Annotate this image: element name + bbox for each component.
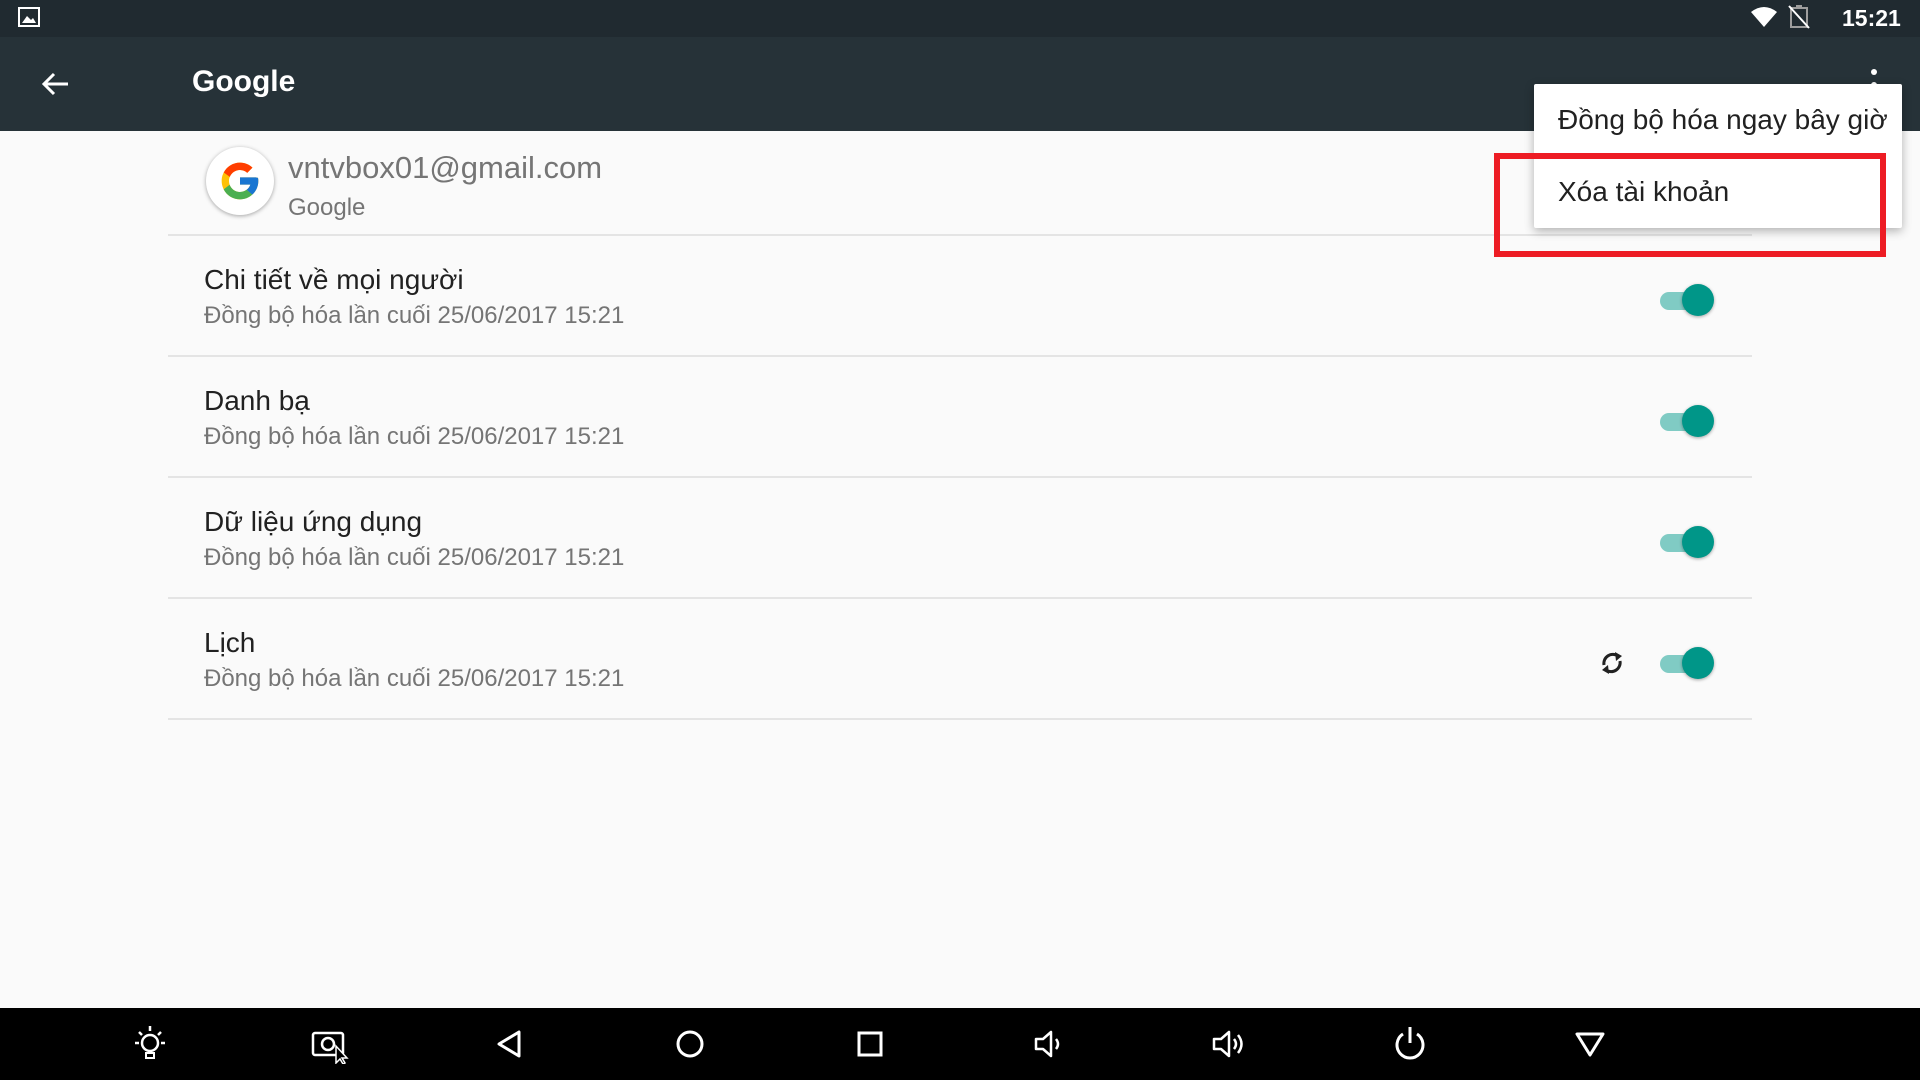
power-icon (1395, 1027, 1425, 1060)
menu-item-sync-now[interactable]: Đồng bộ hóa ngay bây giờ (1534, 84, 1902, 156)
sync-row-title: Lịch (204, 627, 256, 658)
sync-row-title: Danh bạ (204, 385, 310, 416)
nav-recents-button[interactable] (850, 1024, 890, 1064)
home-icon (676, 1030, 704, 1058)
sync-row-people-details[interactable]: Chi tiết về mọi người Đồng bộ hóa lần cu… (168, 236, 1752, 357)
volume-down-button[interactable] (1030, 1024, 1070, 1064)
hide-bar-icon (1575, 1032, 1605, 1057)
image-notification-icon (18, 7, 40, 27)
menu-item-remove-account[interactable]: Xóa tài khoản (1534, 156, 1902, 228)
no-battery-icon (1788, 5, 1810, 29)
sync-row-app-data[interactable]: Dữ liệu ứng dụng Đồng bộ hóa lần cuối 25… (168, 478, 1752, 599)
back-icon (497, 1030, 521, 1058)
sync-row-title: Chi tiết về mọi người (204, 264, 464, 295)
menu-item-label: Xóa tài khoản (1558, 176, 1730, 207)
power-button[interactable] (1390, 1024, 1430, 1064)
sync-toggle[interactable] (1658, 645, 1714, 681)
nav-home-button[interactable] (670, 1024, 710, 1064)
sync-row-calendar[interactable]: Lịch Đồng bộ hóa lần cuối 25/06/2017 15:… (168, 599, 1752, 720)
menu-item-label: Đồng bộ hóa ngay bây giờ (1558, 104, 1888, 135)
recents-icon (857, 1031, 883, 1057)
sync-row-subtitle: Đồng bộ hóa lần cuối 25/06/2017 15:21 (204, 423, 625, 450)
screenshot-button[interactable] (310, 1024, 350, 1065)
account-type: Google (288, 194, 366, 221)
google-logo-icon (221, 162, 259, 200)
avatar (206, 147, 274, 215)
wifi-icon (1751, 7, 1777, 27)
sync-row-subtitle: Đồng bộ hóa lần cuối 25/06/2017 15:21 (204, 302, 625, 329)
hide-bar-button[interactable] (1570, 1024, 1610, 1064)
volume-up-button[interactable] (1210, 1024, 1250, 1064)
account-email: vntvbox01@gmail.com (288, 150, 603, 185)
sync-row-subtitle: Đồng bộ hóa lần cuối 25/06/2017 15:21 (204, 544, 625, 571)
overflow-popup-menu: Đồng bộ hóa ngay bây giờ Xóa tài khoản (1534, 84, 1902, 228)
navigation-bar (0, 1008, 1920, 1080)
sync-row-contacts[interactable]: Danh bạ Đồng bộ hóa lần cuối 25/06/2017 … (168, 357, 1752, 478)
account-header: vntvbox01@gmail.com Google (168, 134, 1752, 236)
sync-row-title: Dữ liệu ứng dụng (204, 506, 423, 537)
sync-toggle[interactable] (1658, 403, 1714, 439)
page-title: Google (192, 65, 296, 98)
sync-toggle[interactable] (1658, 282, 1714, 318)
back-arrow-icon[interactable] (38, 67, 72, 101)
screenshot-icon (311, 1031, 349, 1065)
sync-row-subtitle: Đồng bộ hóa lần cuối 25/06/2017 15:21 (204, 665, 625, 692)
brightness-button[interactable] (130, 1024, 170, 1064)
status-clock: 15:21 (1842, 5, 1901, 31)
brightness-icon (135, 1026, 165, 1059)
status-bar: 15:21 (0, 0, 1920, 37)
volume-up-icon (1212, 1030, 1243, 1058)
sync-in-progress-icon (1602, 652, 1622, 674)
sync-toggle[interactable] (1658, 524, 1714, 560)
volume-down-icon (1034, 1030, 1060, 1058)
nav-back-button[interactable] (490, 1024, 530, 1064)
